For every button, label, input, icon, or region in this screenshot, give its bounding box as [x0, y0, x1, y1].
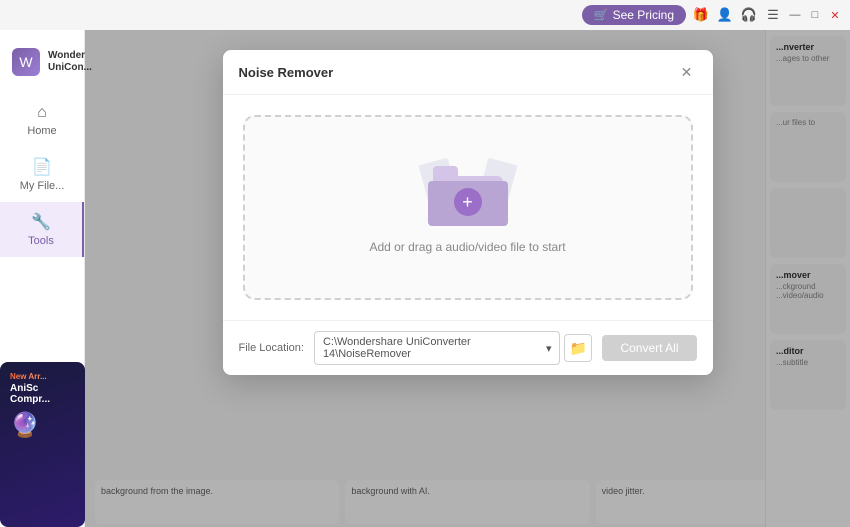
home-label: Home [27, 125, 56, 137]
promo-badge: New Arr... [10, 372, 75, 381]
maximize-button[interactable]: □ [808, 8, 822, 22]
user-icon[interactable]: 👤 [716, 6, 734, 24]
app-container: W Wonder UniCon... ⌂ Home 📄 My File... 🔧… [0, 30, 850, 527]
chevron-down-icon: ▾ [546, 342, 552, 355]
app-logo-icon: W [12, 48, 40, 76]
minimize-button[interactable]: — [788, 8, 802, 22]
main-content: Noise Remover ✕ + [85, 30, 850, 527]
close-button[interactable]: ✕ [828, 8, 842, 22]
sidebar: W Wonder UniCon... ⌂ Home 📄 My File... 🔧… [0, 30, 85, 527]
gift-icon[interactable]: 🎁 [692, 6, 710, 24]
file-path-value: C:\Wondershare UniConverter 14\NoiseRemo… [323, 336, 546, 360]
tools-icon: 🔧 [31, 212, 51, 232]
tools-label: Tools [28, 235, 54, 247]
see-pricing-label: See Pricing [613, 8, 674, 22]
browse-folder-button[interactable]: 📁 [564, 334, 592, 362]
folder-front: + [428, 181, 508, 226]
modal-body: + Add or drag a audio/video file to star… [223, 95, 713, 320]
see-pricing-button[interactable]: 🛒 See Pricing [582, 5, 686, 25]
my-files-label: My File... [20, 180, 65, 192]
folder-icon: + [428, 161, 508, 226]
modal-footer: File Location: C:\Wondershare UniConvert… [223, 320, 713, 375]
file-drop-zone[interactable]: + Add or drag a audio/video file to star… [243, 115, 693, 300]
add-file-icon: + [454, 188, 482, 216]
headset-icon[interactable]: 🎧 [740, 6, 758, 24]
modal-overlay: Noise Remover ✕ + [85, 30, 850, 527]
home-icon: ⌂ [37, 104, 47, 122]
file-location-label: File Location: [239, 342, 304, 354]
files-icon: 📄 [32, 157, 52, 177]
sidebar-item-my-files[interactable]: 📄 My File... [0, 147, 84, 202]
file-path-container: C:\Wondershare UniConverter 14\NoiseRemo… [314, 331, 593, 365]
convert-all-button[interactable]: Convert All [602, 335, 696, 361]
noise-remover-modal: Noise Remover ✕ + [223, 50, 713, 375]
modal-close-button[interactable]: ✕ [677, 62, 697, 82]
drop-instruction: Add or drag a audio/video file to start [369, 240, 565, 254]
titlebar: 🛒 See Pricing 🎁 👤 🎧 ☰ — □ ✕ [0, 0, 850, 30]
modal-title: Noise Remover [239, 65, 334, 80]
sidebar-item-home[interactable]: ⌂ Home [0, 94, 84, 147]
cart-icon: 🛒 [594, 8, 609, 22]
file-path-select[interactable]: C:\Wondershare UniConverter 14\NoiseRemo… [314, 331, 561, 365]
promo-title: AniScCompr... [10, 383, 75, 405]
sidebar-item-tools[interactable]: 🔧 Tools [0, 202, 84, 257]
promo-banner[interactable]: New Arr... AniScCompr... 🔮 [0, 362, 85, 527]
menu-icon[interactable]: ☰ [764, 6, 782, 24]
promo-icon: 🔮 [10, 411, 75, 440]
folder-open-icon: 📁 [570, 340, 587, 357]
modal-header: Noise Remover ✕ [223, 50, 713, 95]
